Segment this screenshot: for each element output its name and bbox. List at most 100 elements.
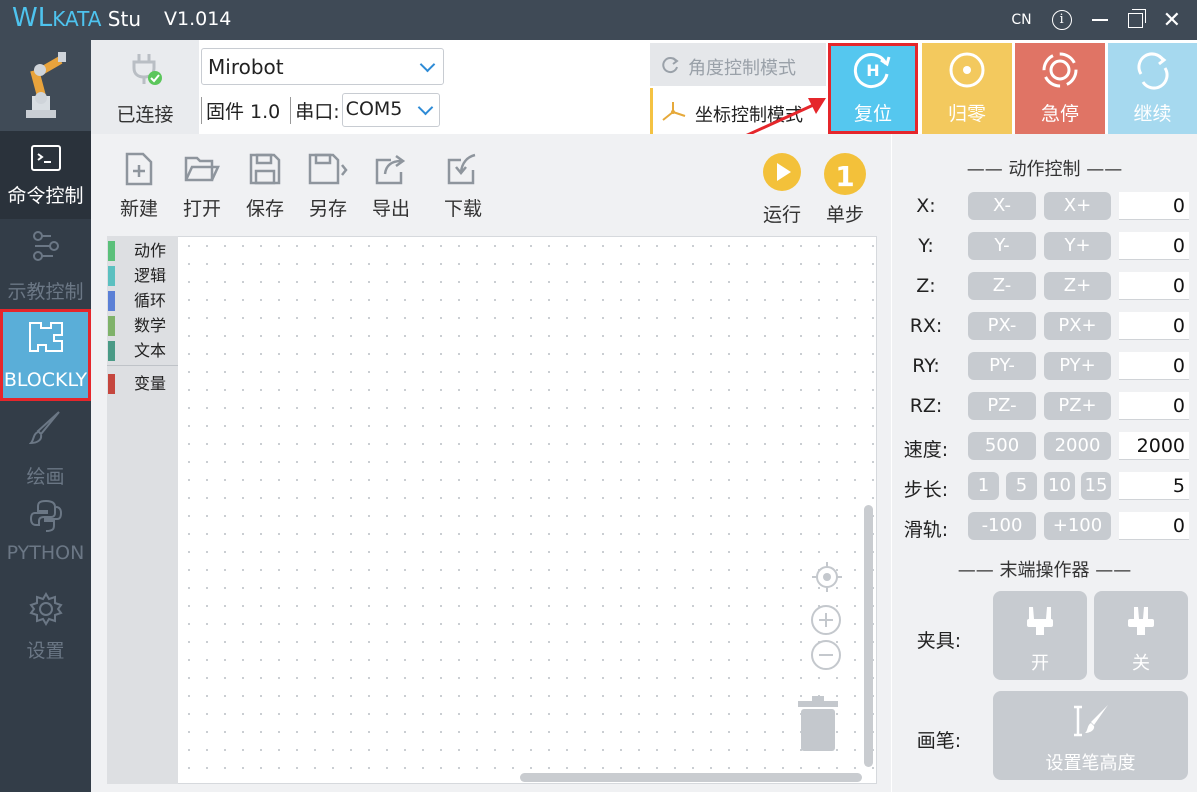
- rx-minus-button[interactable]: PX-: [968, 312, 1036, 340]
- step-5-button[interactable]: 5: [1006, 472, 1037, 500]
- step-button[interactable]: 1 单步: [817, 152, 873, 227]
- toolbox-category-logic[interactable]: 逻辑: [107, 263, 178, 288]
- speed-value[interactable]: 2000: [1119, 432, 1189, 460]
- z-plus-button[interactable]: Z+: [1044, 272, 1111, 300]
- continue-button[interactable]: 继续: [1108, 43, 1197, 134]
- rx-value[interactable]: 0: [1119, 312, 1189, 340]
- export-label: 导出: [371, 198, 410, 220]
- rail-value[interactable]: 0: [1119, 512, 1189, 540]
- new-button[interactable]: 新建: [111, 152, 167, 221]
- step-label: 单步: [825, 204, 864, 226]
- vertical-scrollbar[interactable]: [864, 505, 873, 767]
- blockly-toolbar: 新建 打开 保存 另存 导出 下载 运行 1 单步: [91, 134, 891, 234]
- rail-minus-button[interactable]: -100: [968, 512, 1036, 540]
- nav-command-control[interactable]: 命令控制: [0, 131, 91, 219]
- info-icon[interactable]: i: [1051, 10, 1072, 30]
- z-minus-button[interactable]: Z-: [968, 272, 1036, 300]
- rx-label: RX:: [909, 315, 943, 337]
- toolbox-category-text[interactable]: 文本: [107, 338, 178, 363]
- toolbox-category-motion[interactable]: 动作: [107, 238, 178, 263]
- save-as-button[interactable]: 另存: [300, 152, 356, 221]
- emergency-stop-button[interactable]: 急停: [1015, 43, 1105, 134]
- restore-icon[interactable]: [1127, 8, 1146, 28]
- app-version: V1.014: [164, 8, 232, 30]
- nav-python[interactable]: PYTHON: [0, 498, 91, 578]
- step-number: 1: [835, 160, 855, 193]
- port-value: COM5: [345, 98, 403, 120]
- step-10-button[interactable]: 10: [1044, 472, 1075, 500]
- python-icon: [29, 499, 62, 532]
- download-icon: [447, 153, 476, 185]
- save-button[interactable]: 保存: [237, 152, 293, 221]
- horizontal-scrollbar[interactable]: [520, 773, 862, 782]
- download-button[interactable]: 下载: [435, 152, 491, 221]
- toolbox-divider: [107, 365, 178, 366]
- device-value: Mirobot: [208, 55, 284, 79]
- speed-label: 速度:: [903, 439, 949, 461]
- rail-label: 滑轨:: [903, 519, 949, 541]
- nav-settings[interactable]: 设置: [0, 592, 91, 672]
- z-label: Z:: [916, 275, 936, 297]
- speed-2000-button[interactable]: 2000: [1044, 432, 1111, 460]
- gripper-open-icon: [1027, 607, 1053, 635]
- y-value[interactable]: 0: [1119, 232, 1189, 260]
- rz-value[interactable]: 0: [1119, 392, 1189, 420]
- ry-value[interactable]: 0: [1119, 352, 1189, 380]
- port-label: 串口:: [290, 96, 340, 124]
- ry-minus-button[interactable]: PY-: [968, 352, 1036, 380]
- open-button[interactable]: 打开: [174, 152, 230, 221]
- run-button[interactable]: 运行: [754, 152, 810, 227]
- rz-plus-button[interactable]: PZ+: [1044, 392, 1111, 420]
- step-1-button[interactable]: 1: [968, 472, 999, 500]
- continue-label: 继续: [1133, 103, 1172, 125]
- speed-500-button[interactable]: 500: [968, 432, 1036, 460]
- step-15-button[interactable]: 15: [1081, 472, 1111, 500]
- export-button[interactable]: 导出: [363, 152, 419, 221]
- toolbox-category-loop[interactable]: 循环: [107, 288, 178, 313]
- gripper-close-button[interactable]: 关: [1094, 591, 1188, 680]
- x-minus-button[interactable]: X-: [968, 192, 1036, 220]
- gripper-open-button[interactable]: 开: [993, 591, 1087, 680]
- step-size-value[interactable]: 5: [1119, 472, 1189, 500]
- x-plus-button[interactable]: X+: [1044, 192, 1111, 220]
- rz-label: RZ:: [909, 395, 943, 417]
- rx-plus-button[interactable]: PX+: [1044, 312, 1111, 340]
- blockly-workspace[interactable]: [107, 236, 877, 784]
- ry-plus-button[interactable]: PY+: [1044, 352, 1111, 380]
- nav-draw[interactable]: 绘画: [0, 410, 91, 488]
- rail-plus-button[interactable]: +100: [1044, 512, 1111, 540]
- minimize-icon[interactable]: [1091, 19, 1108, 21]
- set-pen-height-button[interactable]: 设置笔高度: [993, 691, 1188, 780]
- gripper-label: 夹具:: [916, 630, 962, 652]
- toolbox-category-math[interactable]: 数学: [107, 313, 178, 338]
- reset-button[interactable]: H 复位: [828, 43, 918, 134]
- rz-minus-button[interactable]: PZ-: [968, 392, 1036, 420]
- folder-icon: [184, 156, 220, 182]
- new-file-icon: [125, 152, 153, 186]
- close-icon[interactable]: ✕: [1163, 8, 1181, 33]
- home-button[interactable]: 归零: [922, 43, 1012, 134]
- zoom-in-icon[interactable]: [810, 604, 842, 636]
- language-toggle[interactable]: CN: [1011, 12, 1031, 28]
- nav-teach-control[interactable]: 示教控制: [0, 223, 91, 311]
- x-value[interactable]: 0: [1119, 192, 1189, 220]
- toolbox-category-variable[interactable]: 变量: [107, 371, 178, 396]
- device-select[interactable]: Mirobot: [201, 48, 444, 85]
- trash-icon[interactable]: [796, 695, 840, 753]
- nav-teach-label: 示教控制: [7, 281, 84, 303]
- y-plus-button[interactable]: Y+: [1044, 232, 1111, 260]
- home-label: 归零: [947, 103, 986, 125]
- nav-blockly[interactable]: BLOCKLY: [0, 309, 91, 401]
- x-label: X:: [916, 195, 936, 217]
- firmware-port-row: 固件 1.0 串口: COM5: [201, 92, 440, 128]
- port-select[interactable]: COM5: [341, 93, 440, 127]
- zoom-out-icon[interactable]: [810, 639, 842, 671]
- recenter-icon[interactable]: [810, 560, 844, 594]
- y-minus-button[interactable]: Y-: [968, 232, 1036, 260]
- nav-command-label: 命令控制: [7, 185, 84, 207]
- z-value[interactable]: 0: [1119, 272, 1189, 300]
- nav-settings-label: 设置: [26, 640, 65, 662]
- connection-status[interactable]: 已连接: [91, 40, 199, 134]
- terminal-icon: [30, 145, 61, 171]
- app-logo: WLKATA Stu: [12, 3, 142, 33]
